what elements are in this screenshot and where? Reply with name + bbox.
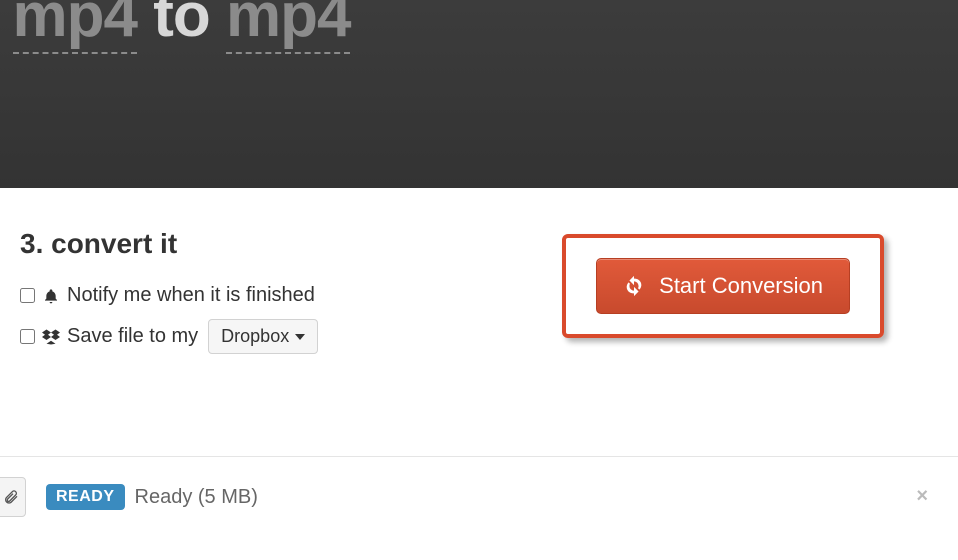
- close-icon[interactable]: ×: [916, 485, 928, 508]
- dropbox-icon: [41, 327, 61, 347]
- refresh-icon: [623, 275, 645, 297]
- ready-badge: READY: [46, 484, 125, 510]
- start-button-label: Start Conversion: [659, 273, 823, 299]
- start-conversion-button[interactable]: Start Conversion: [596, 258, 850, 314]
- status-text: Ready (5 MB): [135, 486, 258, 509]
- storage-select-label: Dropbox: [221, 326, 289, 347]
- status-bar: READY Ready (5 MB) ×: [0, 456, 958, 537]
- highlight-annotation: Start Conversion: [562, 234, 884, 338]
- save-checkbox[interactable]: [20, 329, 35, 344]
- page-header: ert mp4 to mp4: [0, 0, 958, 188]
- from-format[interactable]: mp4: [13, 0, 137, 54]
- notify-label: Notify me when it is finished: [67, 284, 315, 307]
- title-mid: to: [153, 0, 210, 50]
- bell-icon: [41, 286, 61, 306]
- paperclip-icon: [3, 488, 19, 506]
- save-label-prefix: Save file to my: [67, 325, 198, 348]
- attachment-tab[interactable]: [0, 477, 26, 517]
- step-section: 3. convert it Notify me when it is finis…: [0, 188, 958, 456]
- storage-select[interactable]: Dropbox: [208, 319, 318, 354]
- to-format[interactable]: mp4: [226, 0, 350, 54]
- header-title: ert mp4 to mp4: [0, 0, 350, 51]
- notify-checkbox[interactable]: [20, 288, 35, 303]
- caret-down-icon: [295, 334, 305, 340]
